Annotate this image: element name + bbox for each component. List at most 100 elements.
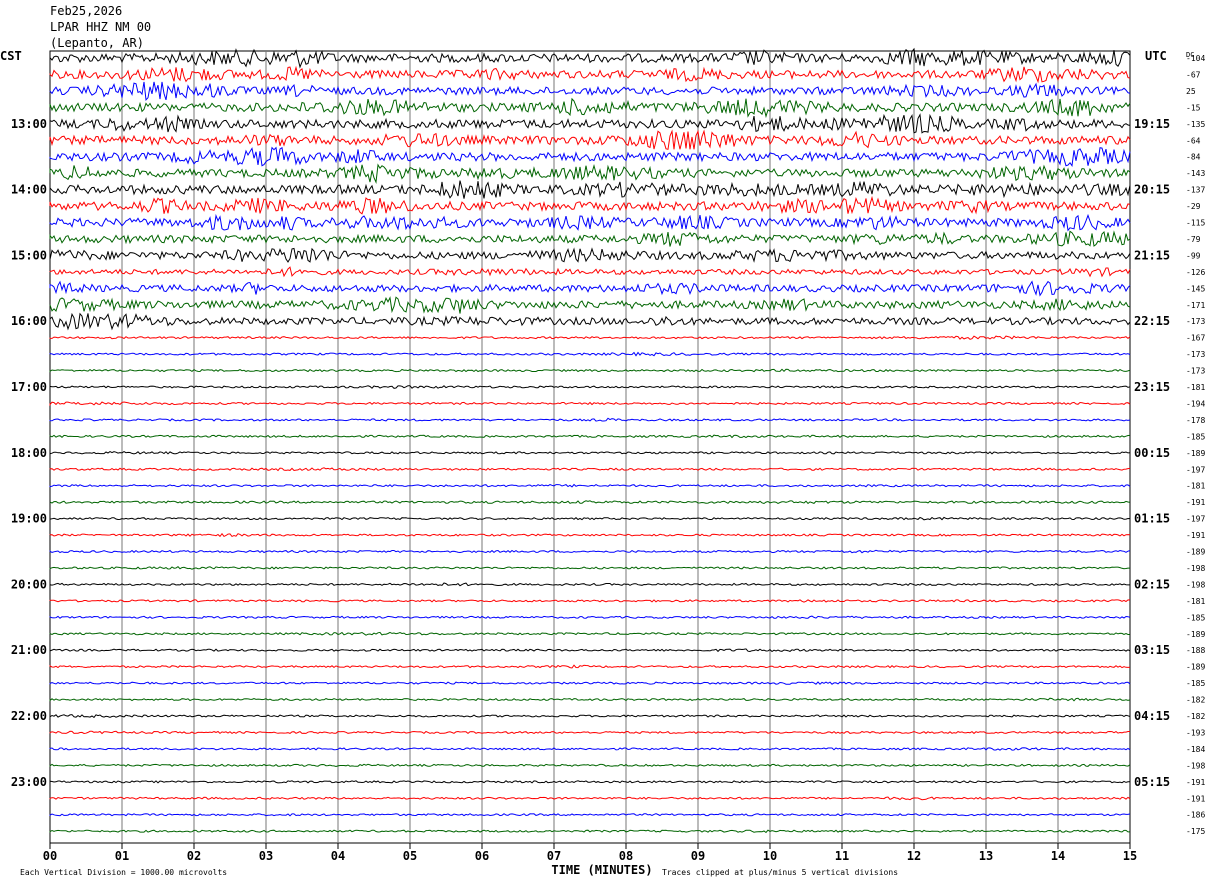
dc-offset-label: -185	[1186, 679, 1205, 688]
dc-offset-label: -198	[1186, 580, 1205, 589]
dc-offset-label: -182	[1186, 712, 1205, 721]
trace-line	[49, 335, 1131, 340]
trace-line	[49, 97, 1131, 119]
x-tick-label: 11	[835, 849, 849, 863]
dc-offset-label: -189	[1186, 630, 1205, 639]
dc-offset-label: -185	[1186, 613, 1205, 622]
dc-offset-label: -79	[1186, 235, 1201, 244]
trace-line	[49, 714, 1131, 719]
utc-hour-label: 03:15	[1134, 643, 1170, 657]
cst-hour-label: 14:00	[11, 183, 47, 197]
trace-line	[49, 163, 1131, 184]
trace-line	[49, 266, 1131, 278]
utc-hour-label: 05:15	[1134, 775, 1170, 789]
dc-offset-label: -126	[1186, 268, 1205, 277]
trace-line	[49, 697, 1131, 702]
trace-line	[49, 129, 1131, 150]
trace-line	[49, 813, 1131, 817]
dc-offset-label: -173	[1186, 317, 1205, 326]
x-axis-title: TIME (MINUTES)	[551, 863, 652, 877]
dc-offset-label: -197	[1186, 465, 1205, 474]
dc-offset-label: -115	[1186, 219, 1205, 228]
x-tick-label: 13	[979, 849, 993, 863]
dc-label: DC	[1186, 51, 1194, 59]
dc-offset-label: -171	[1186, 301, 1205, 310]
trace-line	[49, 368, 1131, 373]
trace-line	[49, 451, 1131, 455]
trace-line	[49, 516, 1131, 521]
trace-line	[49, 615, 1131, 619]
dc-offset-label: -145	[1186, 284, 1205, 293]
dc-offset-label: -181	[1186, 597, 1205, 606]
dc-offset-label: -189	[1186, 663, 1205, 672]
trace-line	[49, 796, 1131, 801]
cst-hour-label: 20:00	[11, 577, 47, 591]
x-tick-label: 03	[259, 849, 273, 863]
cst-hour-label: 18:00	[11, 446, 47, 460]
trace-line	[49, 247, 1131, 263]
trace-line	[49, 681, 1131, 685]
x-tick-label: 00	[43, 849, 57, 863]
trace-line	[49, 230, 1131, 247]
trace-line	[49, 81, 1131, 102]
utc-label: UTC	[1145, 49, 1167, 63]
x-tick-label: 14	[1051, 849, 1065, 863]
trace-line	[49, 296, 1131, 314]
cst-hour-label: 15:00	[11, 248, 47, 262]
trace-line	[49, 213, 1131, 232]
trace-line	[49, 780, 1130, 784]
clip-note: Traces clipped at plus/minus 5 vertical …	[662, 868, 898, 877]
dc-offset-label: -184	[1186, 745, 1205, 754]
trace-line	[49, 631, 1130, 636]
cst-hour-label: 21:00	[11, 643, 47, 657]
trace-line	[49, 467, 1131, 472]
dc-offset-label: -64	[1186, 136, 1201, 145]
cst-hour-label: 13:00	[11, 117, 47, 131]
cst-hour-label: 17:00	[11, 380, 47, 394]
trace-line	[49, 434, 1131, 439]
dc-offset-label: -189	[1186, 449, 1205, 458]
x-tick-label: 02	[187, 849, 201, 863]
dc-offset-label: -15	[1186, 103, 1201, 112]
dc-offset-label: -194	[1186, 399, 1205, 408]
trace-line	[49, 312, 1131, 331]
dc-offset-label: -135	[1186, 120, 1205, 129]
utc-hour-label: 23:15	[1134, 380, 1170, 394]
utc-hour-label: 20:15	[1134, 183, 1170, 197]
dc-offset-label: 25	[1186, 87, 1196, 96]
utc-hour-label: 21:15	[1134, 248, 1170, 262]
dc-offset-label: -173	[1186, 350, 1205, 359]
trace-line	[49, 532, 1131, 538]
dc-offset-label: -185	[1186, 432, 1205, 441]
trace-line	[49, 351, 1131, 357]
dc-offset-label: -191	[1186, 531, 1205, 540]
utc-hour-label: 19:15	[1134, 117, 1170, 131]
x-tick-label: 04	[331, 849, 345, 863]
x-tick-label: 06	[475, 849, 489, 863]
dc-offset-label: -189	[1186, 548, 1205, 557]
dc-offset-label: -181	[1186, 383, 1205, 392]
trace-line	[49, 566, 1130, 570]
trace-line	[49, 599, 1131, 603]
cst-label: CST	[0, 49, 22, 63]
trace-line	[49, 483, 1131, 488]
dc-offset-label: -191	[1186, 794, 1205, 803]
trace-line	[49, 763, 1131, 768]
cst-hour-label: 22:00	[11, 709, 47, 723]
dc-offset-label: -181	[1186, 482, 1205, 491]
dc-offset-label: -198	[1186, 564, 1205, 573]
helicorder-chart: 00 01 02 03 04 05 06 07 08 09 10 11 12 13 14 15-104-672…	[0, 47, 1205, 877]
scale-note: Each Vertical Division = 1000.00 microvo…	[20, 868, 227, 877]
cst-hour-label: 19:00	[11, 512, 47, 526]
utc-hour-label: 22:15	[1134, 314, 1170, 328]
trace-line	[49, 65, 1131, 84]
trace-line	[49, 280, 1131, 297]
cst-hour-label: 23:00	[11, 775, 47, 789]
trace-line	[49, 747, 1131, 751]
dc-offset-label: -191	[1186, 498, 1205, 507]
dc-offset-label: -29	[1186, 202, 1201, 211]
cst-hour-label: 16:00	[11, 314, 47, 328]
dc-offset-label: -191	[1186, 778, 1205, 787]
trace-line	[49, 195, 1131, 215]
dc-offset-label: -182	[1186, 696, 1205, 705]
